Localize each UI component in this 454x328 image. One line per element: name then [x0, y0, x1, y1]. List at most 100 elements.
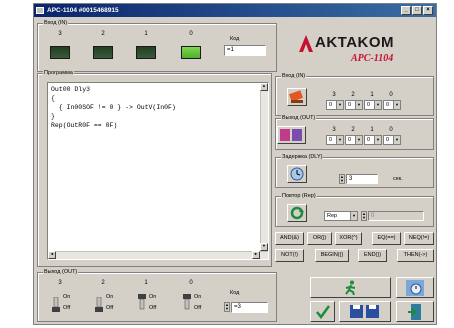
- input-bit-3-label: 3: [58, 31, 62, 37]
- switch-off-label: Off: [63, 305, 71, 311]
- in-bit-2-select[interactable]: 0 ▼: [345, 100, 363, 110]
- output-code-spinner[interactable]: ▲ ▼: [224, 302, 230, 312]
- output-switch-group: Выход (OUT): [37, 269, 277, 322]
- exit-door-icon: [408, 304, 421, 320]
- title-bar: APC-1104 #0015468915 _ □ ×: [34, 4, 436, 17]
- scroll-right-arrow-icon[interactable]: ▶: [252, 251, 260, 259]
- program-editor[interactable]: Out00 Dly3 { { In00SOF != 0 } -> OutV(In0…: [47, 82, 269, 260]
- input-led-1: [136, 46, 156, 59]
- output-bit-2-label: 2: [101, 280, 105, 286]
- close-button[interactable]: ×: [423, 6, 433, 15]
- scroll-down-arrow-icon[interactable]: ▼: [260, 243, 268, 251]
- out-bit-0-select[interactable]: 0 ▼: [383, 135, 401, 145]
- toggle-switch-icon: [138, 294, 146, 310]
- input-code-label: Код: [230, 36, 240, 42]
- insert-repeat-button[interactable]: [287, 204, 307, 222]
- out-bit-0-label: 0: [389, 127, 393, 133]
- dropdown-arrow-icon: ▼: [336, 101, 343, 109]
- delay-input[interactable]: 3: [346, 174, 378, 184]
- input-led-3: [50, 46, 70, 59]
- repeat-icon: [290, 206, 304, 220]
- in-bit-1-value: 0: [367, 102, 371, 108]
- out-bit-3-label: 3: [332, 127, 336, 133]
- run-button[interactable]: [310, 277, 391, 298]
- check-button[interactable]: [310, 301, 335, 322]
- input-led-2: [93, 46, 113, 59]
- exit-button[interactable]: [396, 301, 434, 322]
- open-program-button[interactable]: [396, 277, 434, 298]
- in-bit-0-label: 0: [389, 92, 393, 98]
- editor-horizontal-scrollbar[interactable]: ◀ ▶: [48, 251, 268, 259]
- program-line: { In00SOF != 0 } -> OutV(In0F): [51, 104, 176, 111]
- save-disk-icon: [350, 305, 379, 318]
- switch-on-label: On: [106, 294, 114, 300]
- out-bit-2-label: 2: [351, 127, 355, 133]
- in-bit-1-label: 1: [370, 92, 374, 98]
- window-title: APC-1104 #0015468915: [47, 7, 119, 14]
- program-line: }: [51, 113, 55, 120]
- logo-name: AKTAKOM: [315, 34, 395, 51]
- output-group-label: Выход (OUT): [43, 269, 79, 276]
- xor-button[interactable]: XOR(^): [335, 232, 362, 245]
- insert-delay-button[interactable]: [287, 165, 307, 183]
- maximize-button[interactable]: □: [412, 6, 422, 15]
- switch-off-label: Off: [194, 305, 202, 311]
- and-button[interactable]: AND(&): [275, 232, 304, 245]
- open-timer-icon: [406, 280, 424, 296]
- toggle-switch-icon: [95, 297, 103, 312]
- insert-input-button[interactable]: [287, 88, 307, 106]
- or-button[interactable]: OR(|): [307, 232, 332, 245]
- scroll-up-arrow-icon[interactable]: ▲: [260, 83, 268, 91]
- neq-button[interactable]: NEQ(!=): [404, 232, 434, 245]
- scroll-left-arrow-icon[interactable]: ◀: [48, 251, 56, 259]
- dropdown-arrow-icon: ▼: [393, 136, 400, 144]
- timer-icon: [290, 167, 304, 181]
- out-bit-2-value: 0: [348, 137, 352, 143]
- repeat-select[interactable]: Rep ▼: [324, 211, 358, 221]
- in-bit-2-value: 0: [348, 102, 352, 108]
- program-line: Rep(OutR0F == 0F): [51, 122, 118, 129]
- input-bit-1-label: 1: [144, 31, 148, 37]
- logo-mark-icon: [299, 35, 313, 52]
- end-button[interactable]: END(}): [358, 249, 387, 262]
- dropdown-arrow-icon: ▼: [350, 212, 357, 220]
- switch-off-label: Off: [149, 305, 157, 311]
- in-bit-3-value: 0: [329, 102, 333, 108]
- in-bit-1-select[interactable]: 0 ▼: [364, 100, 382, 110]
- begin-button[interactable]: BEGIN({): [315, 249, 349, 262]
- repeat-spinner[interactable]: ▲ ▼: [361, 211, 367, 221]
- in-bit-0-select[interactable]: 0 ▼: [383, 100, 401, 110]
- input-code-field: =1: [224, 45, 266, 56]
- out-bit-3-select[interactable]: 0 ▼: [326, 135, 344, 145]
- in-bit-3-label: 3: [332, 92, 336, 98]
- out-bit-2-select[interactable]: 0 ▼: [345, 135, 363, 145]
- toggle-switch-icon: [183, 294, 191, 310]
- brand-logo: AKTAKOM APC-1104: [299, 24, 436, 70]
- dropdown-arrow-icon: ▼: [355, 101, 362, 109]
- program-line: {: [51, 95, 55, 102]
- dropdown-arrow-icon: ▼: [393, 101, 400, 109]
- input-bit-2-label: 2: [101, 31, 105, 37]
- not-button[interactable]: NOT(!): [275, 249, 304, 262]
- repeat-select-value: Rep: [327, 213, 338, 219]
- out-bit-1-value: 0: [367, 137, 371, 143]
- then-button[interactable]: THEN(->): [397, 249, 434, 262]
- eq-button[interactable]: EQ(==): [372, 232, 401, 245]
- program-line: Out00 Dly3: [51, 86, 91, 93]
- dropdown-arrow-icon: ▼: [374, 136, 381, 144]
- delay-label: Задержка (DLY): [281, 154, 324, 161]
- output-bit-0-label: 0: [189, 280, 193, 286]
- delay-spinner[interactable]: ▲ ▼: [339, 174, 345, 184]
- out-bit-1-select[interactable]: 0 ▼: [364, 135, 382, 145]
- insert-output-button[interactable]: [277, 126, 306, 144]
- in-bit-3-select[interactable]: 0 ▼: [326, 100, 344, 110]
- save-button[interactable]: [339, 301, 391, 322]
- in-bit-2-label: 2: [351, 92, 355, 98]
- delay-unit: сек.: [393, 176, 403, 182]
- minimize-button[interactable]: _: [401, 6, 411, 15]
- output-code-field[interactable]: =3: [231, 302, 268, 313]
- repeat-input[interactable]: 0: [368, 211, 424, 221]
- hand-in-icon: [288, 90, 304, 103]
- editor-vertical-scrollbar[interactable]: ▲ ▼: [260, 83, 268, 259]
- hands-out-icon: [280, 129, 302, 141]
